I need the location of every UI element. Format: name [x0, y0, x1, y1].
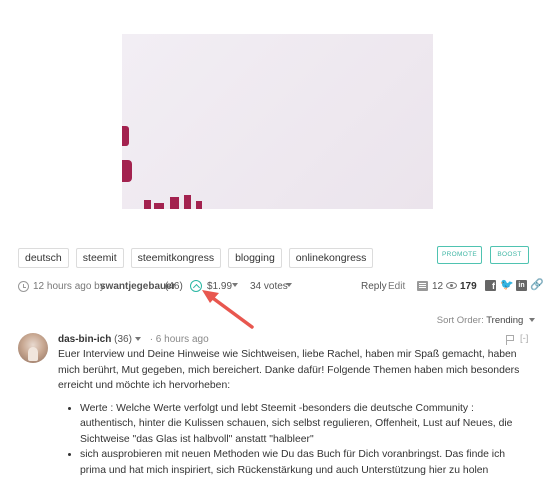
image-shape — [144, 195, 204, 209]
chevron-down-icon[interactable] — [286, 283, 292, 287]
post-image — [122, 34, 433, 209]
chevron-down-icon[interactable] — [134, 337, 141, 342]
payout-value[interactable]: $1.99 — [207, 280, 232, 293]
comment-author[interactable]: das-bin-ich — [58, 334, 111, 345]
comment-body: Euer Interview und Deine Hinweise wie Si… — [58, 347, 532, 478]
flag-icon[interactable] — [506, 335, 514, 345]
tag-list: deutsch steemit steemitkongress blogging… — [18, 248, 374, 268]
list-item: Werte : Welche Werte verfolgt und lebt S… — [80, 401, 532, 448]
comment-list: Werte : Welche Werte verfolgt und lebt S… — [80, 401, 532, 479]
post-meta: 12 hours ago by swantjegebauer (46) $1.9… — [18, 280, 544, 294]
comment-time[interactable]: · 6 hours ago — [150, 334, 209, 345]
post-time: 12 hours ago by — [33, 281, 105, 292]
tag-steemitkongress[interactable]: steemitkongress — [130, 248, 222, 268]
comment-paragraph: Euer Interview und Deine Hinweise wie Si… — [58, 349, 520, 391]
edit-link[interactable]: Edit — [388, 280, 405, 293]
comment-header: das-bin-ich (36) · 6 hours ago — [58, 334, 209, 345]
sort-value[interactable]: Trending — [486, 315, 523, 326]
linkedin-icon[interactable]: in — [516, 280, 527, 291]
image-shape — [122, 160, 132, 182]
promote-button[interactable]: PROMOTE — [437, 246, 482, 264]
comments-count[interactable]: 12 — [432, 280, 443, 293]
chevron-down-icon[interactable] — [232, 283, 238, 287]
sort-label: Sort Order: — [436, 315, 484, 326]
author-reputation: (46) — [165, 281, 183, 292]
tag-blogging[interactable]: blogging — [228, 248, 282, 268]
collapse-toggle[interactable]: [-] — [520, 333, 528, 344]
sort-order[interactable]: Sort Order: Trending — [437, 315, 535, 326]
tag-onlinekongress[interactable]: onlinekongress — [288, 248, 374, 268]
votes-count[interactable]: 34 votes — [250, 280, 288, 293]
link-icon[interactable]: 🔗 — [530, 280, 544, 291]
image-shape — [122, 126, 129, 146]
chevron-down-icon[interactable] — [529, 318, 535, 323]
comment-reputation: (36) — [114, 334, 132, 345]
upvote-icon[interactable] — [190, 280, 202, 292]
tag-deutsch[interactable]: deutsch — [18, 248, 69, 268]
comments-icon[interactable] — [417, 281, 428, 291]
avatar[interactable] — [18, 333, 48, 363]
views-count: 179 — [460, 281, 477, 292]
tag-steemit[interactable]: steemit — [75, 248, 124, 268]
eye-icon — [446, 282, 457, 289]
clock-icon — [18, 281, 29, 292]
boost-button[interactable]: BOOST — [490, 246, 529, 264]
twitter-icon[interactable]: 🐦 — [500, 280, 514, 291]
reply-link[interactable]: Reply — [361, 280, 387, 293]
facebook-icon[interactable]: f — [485, 280, 496, 291]
list-item: sich ausprobieren mit neuen Methoden wie… — [80, 447, 532, 478]
